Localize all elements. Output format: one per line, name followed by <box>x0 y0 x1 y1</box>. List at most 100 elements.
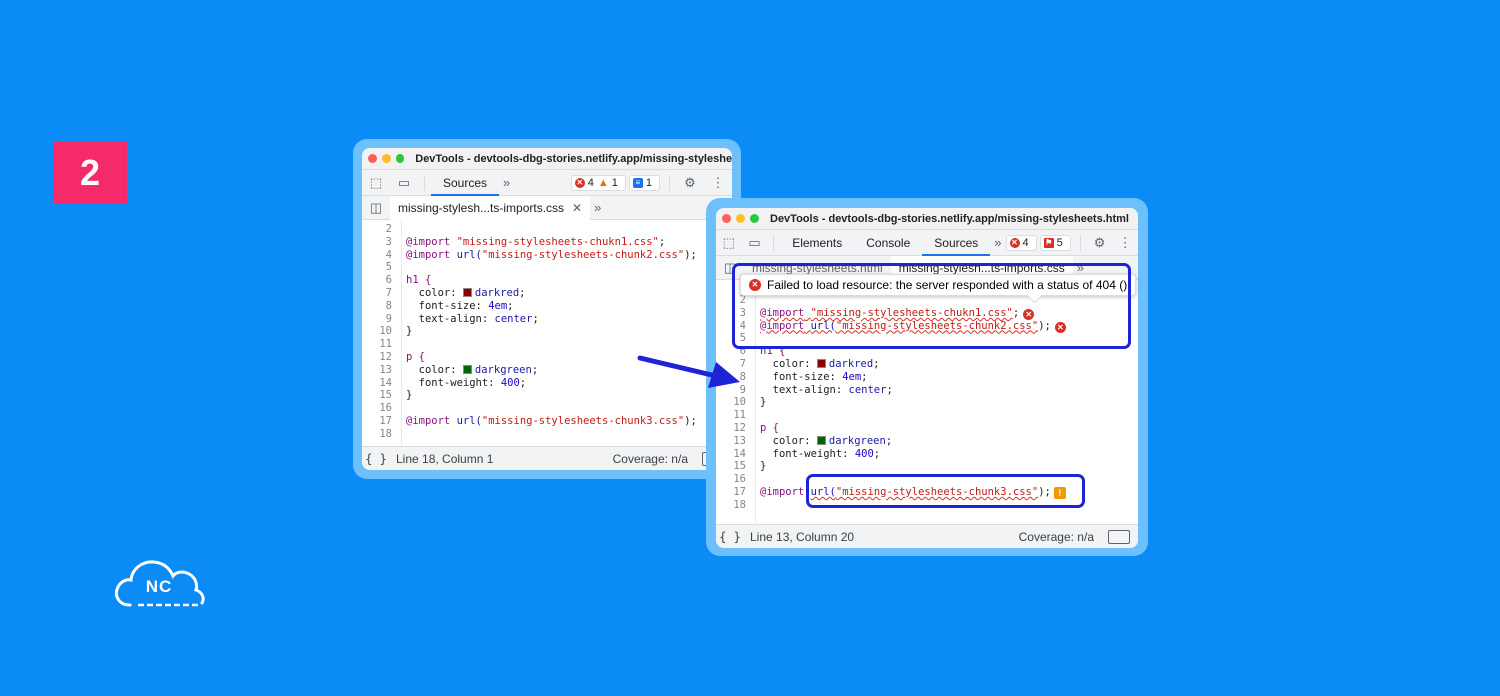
line-number: 14 <box>379 376 392 389</box>
inspect-element-icon[interactable]: ⬚ <box>716 230 742 256</box>
title-bar: DevTools - devtools-dbg-stories.netlify.… <box>362 148 732 170</box>
punctuation: ; <box>519 286 526 299</box>
more-options-icon[interactable]: ⋮ <box>1112 230 1138 256</box>
punctuation: ; <box>519 376 527 389</box>
inspect-element-icon[interactable]: ⬚ <box>362 170 390 196</box>
tab-console[interactable]: Console <box>854 230 922 256</box>
message-counter[interactable]: ≡ 1 <box>628 174 660 191</box>
code-line: 13 color: darkgreen; <box>716 435 1138 448</box>
toolbar-divider <box>669 174 670 191</box>
property-value: center <box>848 383 887 396</box>
more-files-icon[interactable]: » <box>590 200 605 215</box>
issue-flag-icon: ⚑ <box>1043 237 1054 248</box>
punctuation: ; <box>507 299 514 312</box>
maximize-window-button[interactable] <box>750 214 759 223</box>
more-options-icon[interactable]: ⋮ <box>704 170 732 196</box>
line-number: 9 <box>385 312 392 325</box>
punctuation: ; <box>873 357 880 370</box>
minimize-window-button[interactable] <box>381 154 391 163</box>
status-bar: { } Line 18, Column 1 Coverage: n/a <box>362 446 732 470</box>
warning-icon: ▲ <box>597 176 609 189</box>
toggle-drawer-icon[interactable] <box>1108 529 1130 544</box>
color-swatch-darkgreen[interactable] <box>462 364 472 374</box>
device-toolbar-icon[interactable]: ▭ <box>742 230 768 256</box>
string-value: "missing-stylesheets-chunk2.css" <box>481 248 685 261</box>
line-number: 12 <box>733 421 746 434</box>
closing-brace: } <box>406 325 413 338</box>
issues-counter[interactable]: ⚑ 5 <box>1039 234 1071 251</box>
code-line: 17 @import url("missing-stylesheets-chunk… <box>362 415 732 428</box>
code-line: 12 p { <box>716 422 1138 435</box>
cursor-position: Line 18, Column 1 <box>396 451 494 466</box>
main-toolbar: ⬚ ▭ Elements Console Sources » ✕ 4 ⚑ 5 ⚙ ⋮ <box>716 230 1138 256</box>
tab-elements[interactable]: Elements <box>780 230 854 256</box>
punctuation: ; <box>885 434 893 447</box>
line-number: 16 <box>733 473 746 486</box>
close-tab-icon[interactable]: ✕ <box>572 201 582 215</box>
minimize-window-button[interactable] <box>736 214 745 223</box>
issue-counters[interactable]: ✕ 4 ▲ 1 <box>570 174 626 191</box>
closing-brace: } <box>760 460 767 473</box>
issue-count: 5 <box>1056 236 1063 249</box>
line-number: 6 <box>385 274 392 287</box>
code-line: 7 color: darkred; <box>716 358 1138 371</box>
at-rule: @import <box>406 414 451 427</box>
pretty-print-icon[interactable]: { } <box>716 530 744 544</box>
color-swatch-darkgreen[interactable] <box>816 435 826 445</box>
coverage-status: Coverage: n/a <box>1018 529 1094 544</box>
highlight-box-imports <box>732 263 1131 349</box>
line-number: 18 <box>733 498 746 511</box>
more-tabs-icon[interactable]: » <box>499 175 514 190</box>
property-name: font-weight: <box>406 376 501 389</box>
line-number: 10 <box>733 396 746 409</box>
code-editor[interactable]: 2 3 @import "missing-stylesheets-chukn1.c… <box>362 220 732 448</box>
property-value: center <box>494 312 533 325</box>
code-line: 7 color: darkred; <box>362 287 732 300</box>
property-name: font-size: <box>760 370 843 383</box>
settings-gear-icon[interactable]: ⚙ <box>676 170 704 196</box>
function-name: url( <box>456 414 482 427</box>
toolbar-divider <box>773 234 775 251</box>
code-line: 15} <box>362 389 732 402</box>
property-value: darkred <box>474 286 520 299</box>
code-line: 10} <box>716 396 1138 409</box>
code-line: 10} <box>362 325 732 338</box>
code-line: 18 <box>362 428 732 441</box>
error-counter[interactable]: ✕ 4 <box>1005 234 1037 251</box>
property-name: font-weight: <box>760 447 855 460</box>
tab-sources[interactable]: Sources <box>431 170 500 196</box>
device-toolbar-icon[interactable]: ▭ <box>390 170 418 196</box>
property-name: color: <box>406 286 463 299</box>
code-line: 6 h1 { <box>362 274 732 287</box>
cloud-logo: NC <box>112 553 206 613</box>
logo-text: NC <box>145 577 173 596</box>
punctuation: ; <box>658 235 666 248</box>
file-tab-imports-css[interactable]: missing-stylesh...ts-imports.css ✕ <box>390 195 591 220</box>
color-swatch-darkred[interactable] <box>816 358 826 368</box>
code-line: 5 <box>362 261 732 274</box>
line-number: 10 <box>379 325 392 338</box>
more-tabs-icon[interactable]: » <box>990 235 1005 250</box>
code-line: 9 text-align: center; <box>716 384 1138 397</box>
line-number: 3 <box>385 235 392 248</box>
punctuation: ; <box>531 363 539 376</box>
maximize-window-button[interactable] <box>395 154 405 163</box>
string-value: "missing-stylesheets-chukn1.css" <box>456 235 659 248</box>
close-window-button[interactable] <box>722 214 731 223</box>
pretty-print-icon[interactable]: { } <box>362 452 390 466</box>
color-swatch-darkred[interactable] <box>462 287 472 297</box>
line-number: 17 <box>379 414 392 427</box>
window-title: DevTools - devtools-dbg-stories.netlify.… <box>415 152 732 165</box>
line-number: 5 <box>385 261 392 274</box>
window-title: DevTools - devtools-dbg-stories.netlify.… <box>770 212 1129 225</box>
settings-gear-icon[interactable]: ⚙ <box>1087 230 1113 256</box>
step-badge: 2 <box>53 142 127 204</box>
close-window-button[interactable] <box>368 154 377 163</box>
code-line: 3 @import "missing-stylesheets-chukn1.css… <box>362 236 732 249</box>
closing-brace: } <box>760 396 767 409</box>
line-number: 12 <box>379 350 392 363</box>
tab-sources[interactable]: Sources <box>922 230 991 256</box>
toggle-navigator-icon[interactable]: ◫ <box>362 196 390 220</box>
property-value: 4em <box>842 370 862 383</box>
punctuation: ; <box>886 383 893 396</box>
